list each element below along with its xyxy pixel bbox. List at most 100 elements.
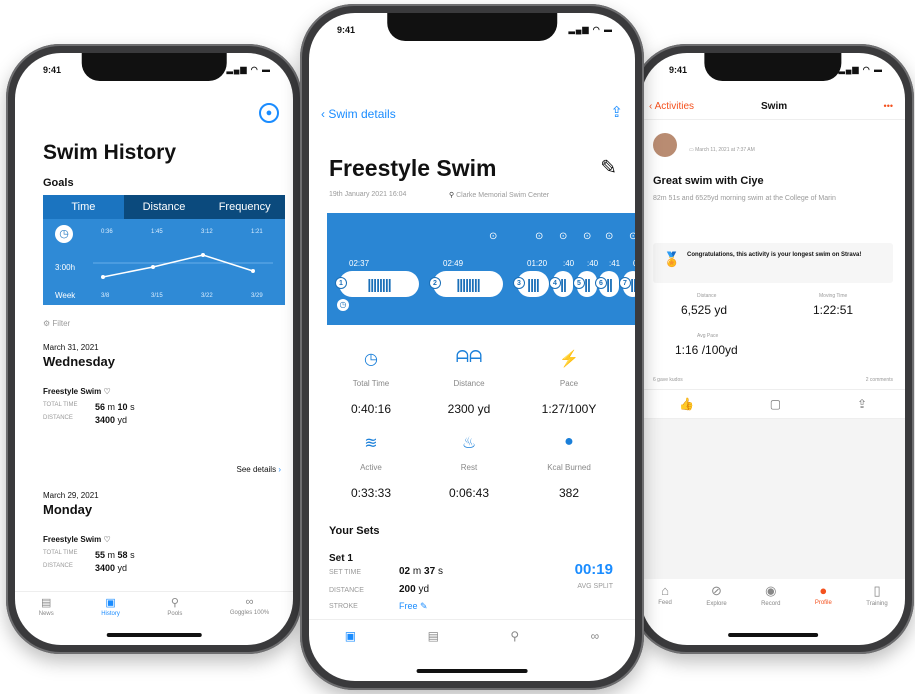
activity-headline: Great swim with Ciye <box>653 175 764 187</box>
tab-pools[interactable]: ⚲ Pools <box>167 596 182 617</box>
chart-xlabel: Week <box>55 291 76 300</box>
tab-explore[interactable]: ⊘ Explore <box>706 583 726 607</box>
set-time-label: 02:37 <box>349 259 370 268</box>
stat-total-time: ◷ Total Time 0:40:16 <box>323 349 419 416</box>
stat-value: 2300 yd <box>447 402 491 416</box>
congrats-text: Congratulations, this activity is your l… <box>687 252 862 258</box>
set-time-label: 01 <box>633 259 635 268</box>
tab-profile[interactable]: ● Profile <box>815 583 832 607</box>
activity-description: 82m 51s and 6525yd morning swim at the C… <box>653 195 836 202</box>
status-time: 9:41 <box>669 65 688 75</box>
set-number: 7 <box>619 277 631 289</box>
back-button[interactable]: ‹ Swim details <box>321 107 396 121</box>
status-bar: 9:41 ▂▄▆ ◠ ▬ <box>15 65 293 79</box>
heart-icon[interactable]: ♡ <box>103 535 110 544</box>
comments-count[interactable]: 2 comments <box>866 377 893 383</box>
signal-icons: ▂▄▆ ◠ ▬ <box>838 65 883 74</box>
share-icon[interactable]: ⇪ <box>857 397 867 411</box>
profile-icon[interactable]: ● <box>259 103 279 123</box>
stat-label: Pace <box>559 379 579 388</box>
stat-value: 0:06:43 <box>448 486 490 500</box>
goggles-icon[interactable]: ∞ <box>591 629 600 643</box>
avg-split-label: AVG SPLIT <box>577 583 613 590</box>
stat-value: 382 <box>558 486 580 500</box>
avatar[interactable] <box>653 133 677 157</box>
kudos-icon[interactable]: 👍 <box>679 397 694 411</box>
set-number: 2 <box>429 277 441 289</box>
set-number: 4 <box>549 277 561 289</box>
tab-goggles[interactable]: ∞ Goggles 100% <box>230 596 269 617</box>
divider <box>641 119 905 120</box>
tab-training[interactable]: ▯ Training <box>866 583 887 607</box>
lap-marker-icon: ⊙ <box>629 231 635 242</box>
your-sets-heading: Your Sets <box>329 525 380 537</box>
news-icon[interactable]: ▤ <box>428 629 439 643</box>
chart-top-value: 1:45 <box>151 229 163 235</box>
news-icon: ▤ <box>41 597 52 609</box>
tab-bar: ⌂ Feed ⊘ Explore ◉ Record ● Profile ▯ Trainin… <box>641 583 905 607</box>
clock-icon: ◷ <box>337 299 349 311</box>
medal-icon: 🏅 <box>663 251 681 267</box>
moving-time-value: 1:22:51 <box>813 303 854 317</box>
phone-left: 9:41 ▂▄▆ ◠ ▬ ● Swim History Goals Time D… <box>6 44 302 654</box>
tab-distance[interactable]: Distance <box>124 195 205 219</box>
edit-icon[interactable]: ✎ <box>600 155 617 180</box>
signal-icons: ▂▄▆ ◠ ▬ <box>226 65 271 74</box>
week-label: 3/22 <box>201 293 213 299</box>
stat-label: Active <box>360 463 382 472</box>
lap-marker-icon: ⊙ <box>489 231 498 242</box>
status-bar: 9:41 ▂▄▆ ◠ ▬ <box>309 25 635 39</box>
stat-rest: ♨ Rest 0:06:43 <box>421 433 517 500</box>
filter-button[interactable]: ⚙ Filter <box>43 319 70 328</box>
entry-activity: Freestyle Swim ♡ <box>43 535 111 544</box>
see-details-link[interactable]: See details › <box>237 465 282 474</box>
entry-time-row: TOTAL TIME 55 m 58 s <box>43 550 135 560</box>
stroke-value[interactable]: Free ✎ <box>399 601 428 612</box>
flame-icon: ● <box>564 433 574 450</box>
entry-date: March 29, 2021 <box>43 491 99 500</box>
set-pill[interactable]: |||||||| <box>433 271 503 297</box>
set-number: 3 <box>513 277 525 289</box>
data-point <box>101 275 105 279</box>
home-indicator <box>416 669 528 673</box>
tab-bar: ▣ ▤ ⚲ ∞ <box>309 619 635 651</box>
page-title: Swim History <box>43 141 177 164</box>
lap-marker-icon: ⊙ <box>605 231 614 242</box>
series-line <box>102 254 254 278</box>
chart-ylabel: 3:00h <box>55 263 76 272</box>
comment-icon[interactable]: ▢ <box>770 397 781 411</box>
stroke-label: STROKE <box>329 603 358 610</box>
moving-time-label: Moving Time <box>819 293 848 299</box>
distance-value: 200 yd <box>399 584 430 595</box>
tab-time[interactable]: Time <box>43 195 124 219</box>
more-button[interactable]: ••• <box>884 101 893 111</box>
avg-pace-label: Avg Pace <box>697 333 719 339</box>
kudos-count[interactable]: 6 gave kudos <box>653 377 683 383</box>
tab-feed[interactable]: ⌂ Feed <box>658 583 672 607</box>
list-item[interactable]: March 31, 2021 Wednesday Freestyle Swim … <box>43 343 283 425</box>
sets-timeline[interactable]: 02:37 |||||||| 1 02:49 |||||||| 2 ⊙ 01:20 |||| 3 ⊙… <box>327 213 635 325</box>
pool-icon[interactable]: ⚲ <box>510 629 519 643</box>
post-date: ▭ March 11, 2021 at 7:37 AM <box>689 147 755 153</box>
chart-top-value: 1:21 <box>251 229 263 235</box>
heart-icon[interactable]: ♡ <box>103 387 110 396</box>
tab-history[interactable]: ▣ History <box>101 596 120 617</box>
tab-frequency[interactable]: Frequency <box>204 195 285 219</box>
set-time-label: 02:49 <box>443 259 464 268</box>
set-pill[interactable]: |||||||| <box>339 271 419 297</box>
tab-news[interactable]: ▤ News <box>39 596 54 617</box>
stat-label: Kcal Burned <box>547 463 591 472</box>
goals-label: Goals <box>43 177 74 189</box>
stat-kcal-burned: ● Kcal Burned 382 <box>521 433 617 500</box>
history-icon[interactable]: ▣ <box>345 629 356 643</box>
entry-date: March 31, 2021 <box>43 343 99 352</box>
share-icon[interactable]: ⇪ <box>610 103 623 121</box>
set-number: 1 <box>335 277 347 289</box>
lap-marker-icon: ⊙ <box>535 231 544 242</box>
week-label: 3/8 <box>101 293 110 299</box>
tab-record[interactable]: ◉ Record <box>761 583 780 607</box>
lap-marker-icon: ⊙ <box>559 231 568 242</box>
back-button[interactable]: ‹ Activities <box>649 101 694 112</box>
list-item[interactable]: March 29, 2021 Monday Freestyle Swim ♡ T… <box>43 491 283 573</box>
data-point <box>201 253 205 257</box>
